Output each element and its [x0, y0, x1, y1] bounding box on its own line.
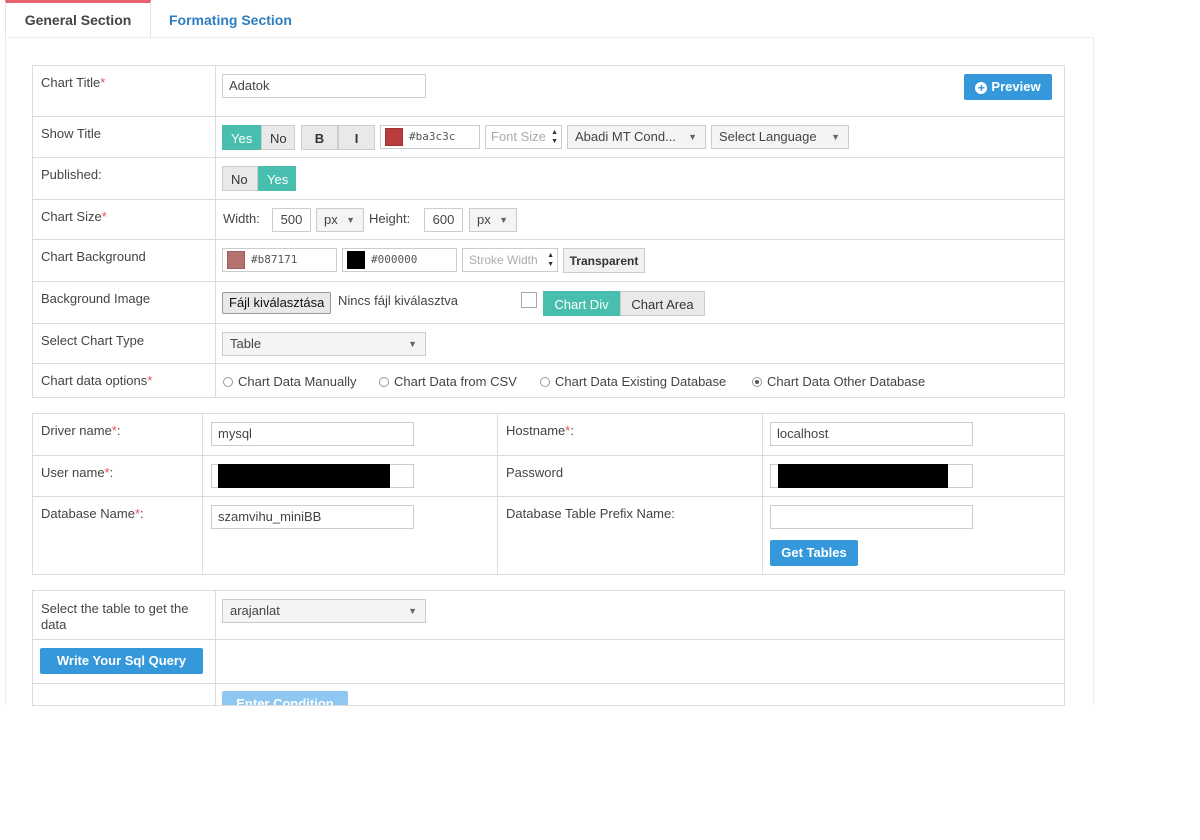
- chart-title-label: Chart Title*: [41, 75, 106, 90]
- chart-div-option[interactable]: Chart Div: [543, 291, 620, 316]
- stroke-width-input[interactable]: Stroke Width ▲ ▼: [462, 248, 558, 272]
- caret-down-icon: ▼: [831, 132, 840, 142]
- hostname-label: Hostname*:: [506, 423, 574, 438]
- option-data-manually[interactable]: Chart Data Manually: [223, 374, 357, 389]
- driver-name-input[interactable]: mysql: [211, 422, 414, 446]
- font-size-input[interactable]: Font Size ▲ ▼: [485, 125, 562, 149]
- radio-icon: [540, 377, 550, 387]
- data-options-label: Chart data options*: [41, 373, 153, 388]
- background-color-picker[interactable]: #b87171: [222, 248, 337, 272]
- stroke-color-picker[interactable]: #000000: [342, 248, 457, 272]
- hostname-input[interactable]: localhost: [770, 422, 973, 446]
- text-style-group: B I: [301, 125, 375, 150]
- plus-circle-icon: +: [975, 82, 988, 94]
- broken-image-icon: [521, 292, 537, 308]
- password-label: Password: [506, 465, 564, 480]
- get-tables-button[interactable]: Get Tables: [770, 540, 858, 566]
- table-selection-table: Select the table to get the data arajanl…: [32, 590, 1065, 706]
- table-select[interactable]: arajanlat ▼: [222, 599, 426, 623]
- preview-button[interactable]: + Preview: [964, 74, 1052, 100]
- choose-file-button[interactable]: Fájl kiválasztása: [222, 292, 332, 314]
- caret-down-icon: ▼: [408, 606, 417, 616]
- published-toggle: No Yes: [222, 166, 296, 191]
- radio-icon: [223, 377, 233, 387]
- database-connection-table: Driver name*: mysql Hostname*: localhost…: [32, 413, 1065, 575]
- background-target-toggle: Chart Div Chart Area: [543, 291, 705, 316]
- redaction-block: [778, 464, 948, 488]
- show-title-label: Show Title: [41, 126, 101, 141]
- chart-title-input[interactable]: Adatok: [222, 74, 426, 98]
- condition-button-clip: Enter Condition: [222, 691, 348, 705]
- write-sql-query-button[interactable]: Write Your Sql Query: [40, 648, 203, 674]
- chart-area-option[interactable]: Chart Area: [620, 291, 705, 316]
- chart-background-label: Chart Background: [41, 249, 146, 264]
- file-status-text: Nincs fájl kiválasztva: [338, 293, 458, 308]
- language-select[interactable]: Select Language ▼: [711, 125, 849, 149]
- color-swatch: [385, 128, 403, 146]
- caret-down-icon: ▼: [499, 215, 508, 225]
- user-name-label: User name*:: [41, 465, 114, 480]
- caret-down-icon: ▼: [346, 215, 355, 225]
- transparent-button[interactable]: Transparent: [563, 248, 645, 273]
- published-yes[interactable]: Yes: [258, 166, 296, 191]
- table-prefix-label: Database Table Prefix Name:: [506, 506, 675, 521]
- font-family-select[interactable]: Abadi MT Cond... ▼: [567, 125, 706, 149]
- caret-down-icon: ▼: [408, 339, 417, 349]
- option-data-csv[interactable]: Chart Data from CSV: [379, 374, 517, 389]
- italic-button[interactable]: I: [338, 125, 375, 150]
- show-title-toggle: Yes No: [222, 125, 295, 150]
- width-unit-select[interactable]: px ▼: [316, 208, 364, 232]
- database-name-input[interactable]: szamvihu_miniBB: [211, 505, 414, 529]
- tab-formating-section[interactable]: Formating Section: [155, 0, 325, 38]
- table-prefix-input[interactable]: [770, 505, 973, 529]
- radio-icon: [379, 377, 389, 387]
- radio-selected-icon: [752, 377, 762, 387]
- background-image-label: Background Image: [41, 291, 151, 306]
- chart-type-label: Select Chart Type: [41, 333, 145, 348]
- show-title-yes[interactable]: Yes: [222, 125, 261, 150]
- published-label: Published:: [41, 167, 102, 182]
- width-input[interactable]: 500: [272, 208, 311, 232]
- option-data-other-db[interactable]: Chart Data Other Database: [752, 374, 925, 389]
- bold-button[interactable]: B: [301, 125, 338, 150]
- general-settings-table: Chart Title* Adatok + Preview Show Title …: [32, 65, 1065, 398]
- title-color-picker[interactable]: #ba3c3c: [380, 125, 480, 149]
- chart-size-label: Chart Size*: [41, 209, 107, 224]
- color-swatch: [227, 251, 245, 269]
- enter-condition-button[interactable]: Enter Condition: [222, 691, 348, 705]
- spinner-icon: ▲ ▼: [547, 252, 554, 268]
- database-name-label: Database Name*:: [41, 506, 144, 521]
- height-unit-select[interactable]: px ▼: [469, 208, 517, 232]
- height-label: Height:: [369, 211, 411, 226]
- redaction-block: [218, 464, 390, 488]
- tab-bar: General Section Formating Section: [5, 0, 1095, 38]
- color-swatch: [347, 251, 365, 269]
- caret-down-icon: ▼: [688, 132, 697, 142]
- chart-type-select[interactable]: Table ▼: [222, 332, 426, 356]
- tab-general-section[interactable]: General Section: [5, 0, 151, 38]
- driver-name-label: Driver name*:: [41, 423, 121, 438]
- select-table-label: Select the table to get the data: [41, 601, 189, 632]
- published-no[interactable]: No: [222, 166, 258, 191]
- option-data-existing-db[interactable]: Chart Data Existing Database: [540, 374, 726, 389]
- show-title-no[interactable]: No: [261, 125, 295, 150]
- width-label: Width:: [223, 211, 260, 226]
- spinner-icon: ▲ ▼: [551, 129, 558, 145]
- height-input[interactable]: 600: [424, 208, 463, 232]
